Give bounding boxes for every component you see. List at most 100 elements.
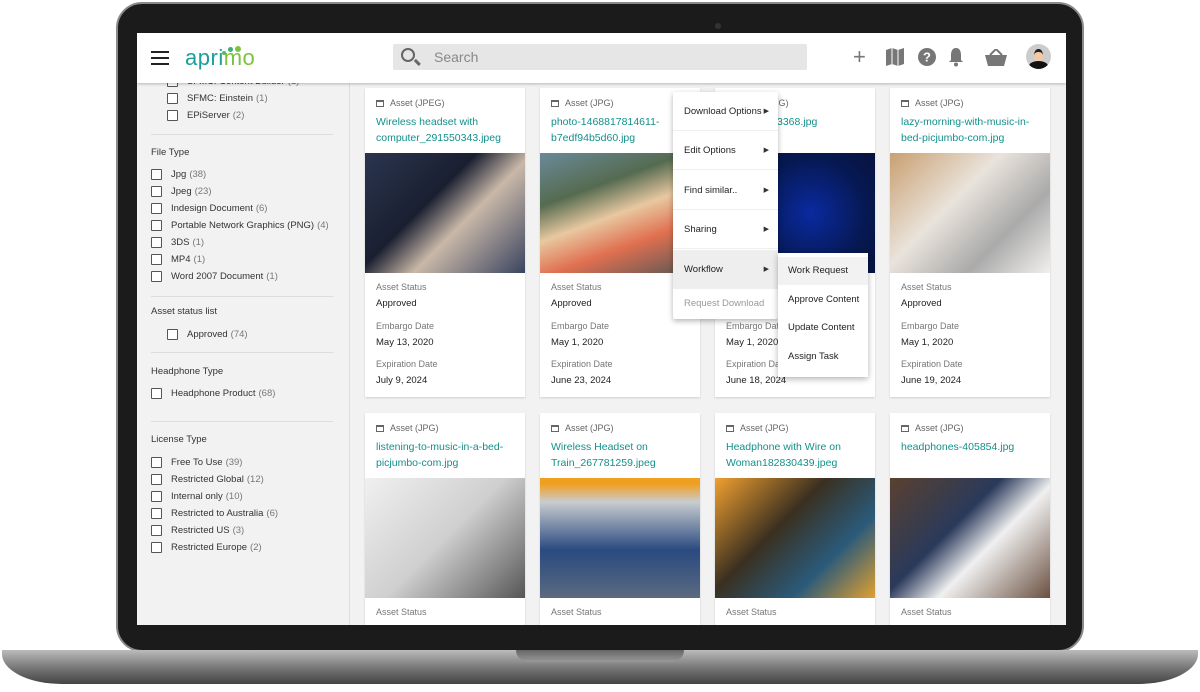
filter-count: (1) [192,236,205,248]
filter-label: Internal only [171,490,223,502]
menu-item-label: Workflow [684,263,723,275]
asset-thumbnail[interactable] [715,478,875,598]
basket-icon[interactable] [985,49,1007,66]
checkbox-box[interactable] [151,236,162,248]
checkbox-box[interactable] [151,253,162,265]
filter-checkbox[interactable]: Internal only (10) [151,489,243,503]
filter-checkbox[interactable]: Restricted to Australia (6) [151,506,278,520]
asset-title-link[interactable]: lazy-morning-with-music-in-bed-picjumbo-… [901,114,1046,146]
filter-label: Jpeg [171,185,192,197]
checkbox-box[interactable] [151,507,162,519]
checkbox-box[interactable] [151,456,162,468]
plus-icon[interactable]: + [853,46,866,68]
filter-count: (4) [317,219,329,231]
divider [151,421,333,422]
menu-item-label: Find similar.. [684,184,738,196]
checkbox-box[interactable] [151,168,162,180]
asset-card[interactable]: Asset (JPG) listening-to-music-in-a-bed-p… [365,413,525,625]
asset-thumbnail[interactable] [540,478,700,598]
hamburger-menu-icon[interactable] [151,51,169,65]
filter-checkbox[interactable]: SFMC: Einstein (1) [167,91,268,105]
filter-label: SFMC: Einstein [187,92,253,104]
filter-checkbox[interactable]: Portable Network Graphics (PNG) (4) [151,218,329,232]
filter-label: MP4 [171,253,191,265]
menu-item[interactable]: Workflow ▶ [673,249,778,289]
checkbox-box[interactable] [151,185,162,197]
filter-checkbox[interactable]: 3DS (1) [151,235,204,249]
filter-checkbox[interactable]: Word 2007 Document (1) [151,269,278,283]
avatar[interactable] [1026,44,1051,69]
asset-type-label: Asset (JPG) [740,423,789,433]
filter-checkbox[interactable]: EPiServer (2) [167,108,244,122]
asset-thumbnail[interactable] [890,478,1050,598]
asset-card[interactable]: Asset (JPG) Headphone with Wire on Woman1… [715,413,875,625]
checkbox-box[interactable] [151,202,162,214]
asset-title-link[interactable]: Wireless Headset on Train_267781259.jpeg [551,439,696,471]
filter-checkbox[interactable]: MP4 (1) [151,252,205,266]
checkbox-box[interactable] [151,541,162,553]
filter-checkbox[interactable]: Free To Use (39) [151,455,242,469]
asset-title-link[interactable]: Wireless headset with computer_291550343… [376,114,521,146]
filter-checkbox[interactable]: Indesign Document (6) [151,201,267,215]
filter-count: (38) [189,168,207,180]
menu-item-label: Request Download [684,298,765,309]
submenu-item[interactable]: Approve Content [778,286,868,314]
checkbox-box[interactable] [151,270,162,282]
filter-count: (6) [266,507,279,519]
asset-title-link[interactable]: Headphone with Wire on Woman182830439.jp… [726,439,871,471]
filter-checkbox[interactable]: Restricted Europe (2) [151,540,262,554]
asset-type-icon [726,424,734,432]
asset-type: Asset (JPEG) [376,98,445,108]
bell-icon[interactable] [948,47,964,67]
checkbox-box[interactable] [151,524,162,536]
filter-sidebar: SFMC: Content Builder(1)SFMC: Einstein(1… [137,75,350,625]
asset-thumbnail[interactable] [365,153,525,273]
menu-item[interactable]: Sharing ▶ [673,210,778,250]
filter-checkbox[interactable]: Jpg (38) [151,167,206,181]
asset-title-link[interactable]: listening-to-music-in-a-bed-picjumbo-com… [376,439,521,471]
menu-item: Request Download [673,289,778,319]
submenu-item[interactable]: Assign Task [778,343,868,371]
checkbox-box[interactable] [167,328,178,340]
aprimo-logo[interactable]: aprimo [185,45,255,71]
field-label-expiration: Expiration Date [901,359,963,369]
map-icon[interactable] [886,48,904,66]
asset-card[interactable]: Asset (JPEG) Wireless headset with comput… [365,88,525,397]
checkbox-box[interactable] [167,109,178,121]
filter-label: Restricted US [171,524,230,536]
search-input[interactable]: Search [393,44,807,70]
asset-thumbnail[interactable] [890,153,1050,273]
submenu-item[interactable]: Update Content [778,314,868,342]
asset-type: Asset (JPG) [901,423,964,433]
menu-item[interactable]: Download Options ▶ [673,92,778,131]
checkbox-box[interactable] [151,219,162,231]
filter-checkbox[interactable]: Restricted Global (12) [151,472,264,486]
asset-thumbnail[interactable] [365,478,525,598]
asset-card[interactable]: Asset (JPG) lazy-morning-with-music-in-be… [890,88,1050,397]
asset-type-icon [901,424,909,432]
filter-label: Restricted Europe [171,541,248,553]
filter-checkbox[interactable]: Headphone Product (68) [151,386,275,400]
checkbox-box[interactable] [151,387,162,399]
checkbox-box[interactable] [151,473,162,485]
asset-type-icon [551,424,559,432]
checkbox-box[interactable] [167,92,178,104]
menu-item[interactable]: Edit Options ▶ [673,131,778,171]
checkbox-box[interactable] [151,490,162,502]
asset-type-icon [376,99,384,107]
asset-card[interactable]: Asset (JPG) Wireless Headset on Train_267… [540,413,700,625]
filter-checkbox[interactable]: Jpeg (23) [151,184,212,198]
asset-title-link[interactable]: headphones-405854.jpg [901,439,1046,455]
asset-type-label: Asset (JPG) [915,98,964,108]
chevron-right-icon: ▶ [763,108,769,115]
asset-card[interactable]: Asset (JPG) headphones-405854.jpg Asset St… [890,413,1050,625]
asset-type-label: Asset (JPG) [390,423,439,433]
field-label-status: Asset Status [376,607,427,617]
field-value-embargo: May 13, 2020 [376,337,434,348]
menu-item[interactable]: Find similar.. ▶ [673,171,778,210]
filter-checkbox[interactable]: Restricted US (3) [151,523,244,537]
menu-item-label: Download Options [684,106,762,117]
help-icon[interactable]: ? [918,48,936,66]
filter-checkbox[interactable]: Approved (74) [167,327,248,341]
submenu-item[interactable]: Work Request [778,257,868,285]
